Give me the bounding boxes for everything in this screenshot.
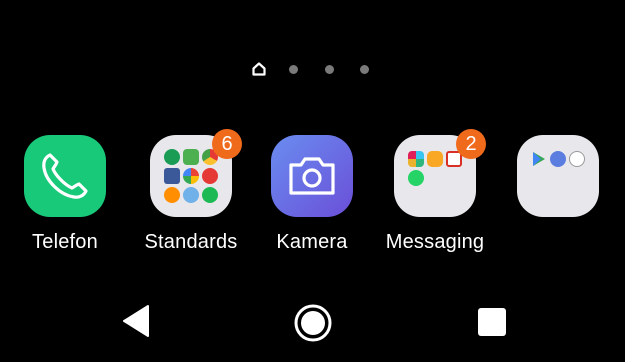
phone-app-icon	[24, 135, 106, 217]
photos-icon	[183, 168, 199, 184]
folder-icon: 2	[394, 129, 486, 217]
camera-icon	[289, 157, 335, 195]
assistant-icon	[569, 151, 585, 167]
home-circle-icon[interactable]	[293, 303, 333, 343]
play-music-icon	[164, 187, 180, 203]
folder-standards[interactable]: 6 Standards	[136, 129, 246, 265]
app-telefon[interactable]: Telefon	[10, 135, 120, 265]
notification-badge: 6	[212, 129, 242, 159]
notification-badge: 2	[456, 129, 486, 159]
page-indicator	[250, 58, 375, 80]
home-page-icon[interactable]	[252, 62, 266, 76]
messenger-icon	[164, 149, 180, 165]
phone-icon	[42, 153, 88, 199]
ring-app-icon	[183, 187, 199, 203]
settings-icon	[550, 151, 566, 167]
camera-app-icon	[271, 135, 353, 217]
app-kamera[interactable]: Kamera	[257, 135, 367, 265]
recents-square-icon[interactable]	[477, 307, 507, 337]
maps-icon	[183, 149, 199, 165]
folder-icon: 6	[150, 129, 242, 217]
spotify-icon	[202, 187, 218, 203]
page-dot-2[interactable]	[289, 65, 298, 74]
back-triangle-icon[interactable]	[121, 304, 151, 338]
whatsapp-icon	[408, 170, 424, 186]
folder-unlabeled[interactable]	[503, 135, 613, 265]
play-store-icon	[533, 152, 545, 166]
folder-icon	[517, 135, 599, 217]
page-dot-4[interactable]	[360, 65, 369, 74]
facebook-icon	[164, 168, 180, 184]
slack-icon	[408, 151, 424, 167]
pocket-casts-icon	[202, 168, 218, 184]
page-dot-3[interactable]	[325, 65, 334, 74]
navigation-bar	[0, 295, 625, 355]
folder-label: Messaging	[385, 231, 485, 253]
folder-messaging[interactable]: 2 Messaging	[380, 129, 490, 265]
messages-icon	[427, 151, 443, 167]
